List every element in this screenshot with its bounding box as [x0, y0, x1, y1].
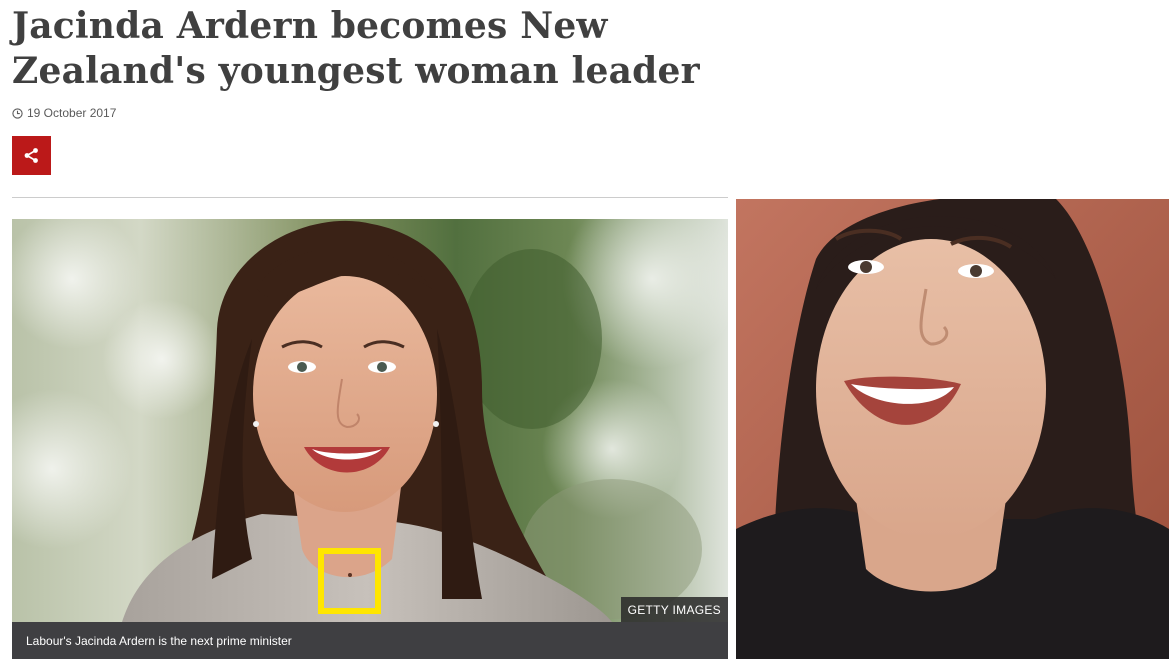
article-date: 19 October 2017: [27, 106, 117, 120]
article-headline: Jacinda Ardern becomes New Zealand's you…: [12, 5, 700, 92]
article-page: Jacinda Ardern becomes New Zealand's you…: [0, 0, 1169, 659]
header-divider: [12, 197, 728, 198]
image-caption: Labour's Jacinda Ardern is the next prim…: [26, 633, 292, 648]
image-caption-bar: Labour's Jacinda Ardern is the next prim…: [12, 622, 728, 659]
main-article-image: GETTY IMAGES: [12, 219, 728, 622]
comparison-image: [736, 199, 1169, 659]
clock-icon: [12, 107, 23, 119]
image-credit: GETTY IMAGES: [620, 597, 728, 622]
share-icon: [24, 148, 38, 163]
article-dateline: 19 October 2017: [12, 106, 116, 120]
share-button[interactable]: [12, 136, 51, 175]
